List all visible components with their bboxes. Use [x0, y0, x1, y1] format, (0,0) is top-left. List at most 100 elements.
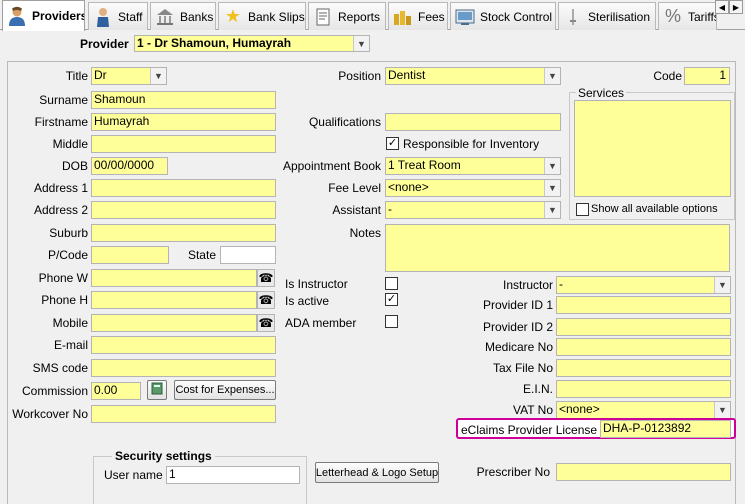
phonew-label: Phone W [38, 271, 88, 285]
pcode-field[interactable] [91, 246, 169, 264]
firstname-label: Firstname [34, 115, 88, 129]
medicare-field[interactable] [556, 338, 731, 356]
show-all-options-checkbox[interactable] [576, 203, 589, 216]
phone-icon[interactable]: ☎ [257, 269, 275, 287]
banks-icon [155, 7, 175, 27]
prescriber-field[interactable] [556, 463, 731, 481]
appointment-book-label: Appointment Book [282, 159, 381, 173]
calculator-icon [151, 382, 163, 398]
title-label: Title [65, 69, 88, 83]
tab-bar: Providers Staff Banks ★ Bank Slips Report… [0, 0, 745, 31]
is-active-checkbox[interactable]: ✓ [385, 293, 398, 306]
code-field[interactable]: 1 [684, 67, 730, 85]
calculator-button[interactable] [147, 380, 167, 400]
position-label: Position [338, 69, 381, 83]
medicare-label: Medicare No [484, 340, 553, 354]
is-active-label: Is active [285, 294, 330, 308]
commission-field[interactable]: 0.00 [91, 382, 141, 400]
suburb-label: Suburb [49, 226, 88, 240]
ada-member-checkbox[interactable] [385, 315, 398, 328]
state-field[interactable] [220, 246, 276, 264]
assistant-select[interactable]: - ▼ [385, 201, 561, 219]
tab-sterilisation[interactable]: Sterilisation [558, 2, 656, 30]
phone-icon[interactable]: ☎ [257, 314, 275, 332]
sterilisation-icon [563, 7, 583, 27]
tab-providers[interactable]: Providers [2, 0, 85, 31]
email-field[interactable] [91, 336, 276, 354]
position-select[interactable]: Dentist ▼ [385, 67, 561, 85]
tax-file-field[interactable] [556, 359, 731, 377]
workcover-field[interactable] [91, 405, 276, 423]
provider-id2-label: Provider ID 2 [482, 320, 553, 334]
qualifications-field[interactable] [385, 113, 561, 131]
percent-icon: % [664, 6, 681, 26]
username-label: User name [104, 468, 163, 482]
phonew-field[interactable] [91, 269, 257, 287]
tab-reports[interactable]: Reports [308, 2, 386, 30]
sms-label: SMS code [32, 361, 88, 375]
star-icon: ★ [224, 6, 242, 26]
code-label: Code [653, 69, 682, 83]
provider-id1-field[interactable] [556, 296, 731, 314]
responsible-inventory-checkbox[interactable]: ✓ [386, 137, 399, 150]
surname-field[interactable]: Shamoun [91, 91, 276, 109]
chevron-down-icon[interactable]: ▼ [714, 277, 730, 293]
tab-tariffs[interactable]: % Tariffs [658, 2, 717, 30]
vat-select[interactable]: <none> ▼ [556, 401, 731, 419]
middle-field[interactable] [91, 135, 276, 153]
cost-for-expenses-button[interactable]: Cost for Expenses... [174, 380, 276, 400]
prescriber-label: Prescriber No [476, 465, 550, 479]
appointment-book-select[interactable]: 1 Treat Room ▼ [385, 157, 561, 175]
tab-scroll-right-icon[interactable]: ▶ [729, 0, 743, 14]
chevron-down-icon[interactable]: ▼ [544, 180, 560, 196]
address1-field[interactable] [91, 179, 276, 197]
dob-field[interactable]: 00/00/0000 [91, 157, 168, 175]
mobile-label: Mobile [52, 316, 88, 330]
letterhead-logo-button[interactable]: Letterhead & Logo Setup [315, 462, 439, 483]
tab-bank-slips[interactable]: ★ Bank Slips [218, 2, 306, 30]
notes-field[interactable] [385, 224, 730, 272]
chevron-down-icon[interactable]: ▼ [544, 158, 560, 174]
mobile-field[interactable] [91, 314, 257, 332]
provider-id2-field[interactable] [556, 318, 731, 336]
provider-select[interactable]: 1 - Dr Shamoun, Humayrah ▼ [134, 35, 370, 52]
address2-label: Address 2 [33, 203, 88, 217]
phoneh-field[interactable] [91, 291, 257, 309]
sms-field[interactable] [91, 359, 276, 377]
title-select[interactable]: Dr ▼ [91, 67, 167, 85]
is-instructor-checkbox[interactable] [385, 277, 398, 290]
phone-icon[interactable]: ☎ [257, 291, 275, 309]
tab-fees[interactable]: Fees [388, 2, 448, 30]
middle-label: Middle [52, 137, 88, 151]
ein-field[interactable] [556, 380, 731, 398]
firstname-field[interactable]: Humayrah [91, 113, 276, 131]
chevron-down-icon[interactable]: ▼ [544, 68, 560, 84]
services-label: Services [576, 86, 627, 100]
commission-label: Commission [21, 384, 88, 398]
chevron-down-icon[interactable]: ▼ [544, 202, 560, 218]
provider-label: Provider [80, 37, 129, 51]
instructor-label: Instructor [502, 278, 553, 292]
reports-icon [313, 7, 333, 27]
username-field[interactable]: 1 [166, 466, 300, 484]
tab-banks[interactable]: Banks [150, 2, 216, 30]
staff-icon [93, 7, 113, 27]
vat-label: VAT No [512, 403, 553, 417]
services-list[interactable] [574, 100, 731, 197]
tab-stock-control[interactable]: Stock Control [450, 2, 556, 30]
address2-field[interactable] [91, 201, 276, 219]
instructor-select[interactable]: - ▼ [556, 276, 731, 294]
suburb-field[interactable] [91, 224, 276, 242]
fee-level-select[interactable]: <none> ▼ [385, 179, 561, 197]
tab-scroll-left-icon[interactable]: ◀ [715, 0, 729, 14]
chevron-down-icon[interactable]: ▼ [714, 402, 730, 418]
state-label: State [187, 248, 216, 262]
stock-icon [455, 7, 475, 27]
eclaims-field[interactable]: DHA-P-0123892 [600, 420, 731, 438]
chevron-down-icon[interactable]: ▼ [150, 68, 166, 84]
chevron-down-icon[interactable]: ▼ [353, 36, 369, 51]
ada-member-label: ADA member [285, 316, 357, 330]
tab-staff[interactable]: Staff [88, 2, 148, 30]
email-label: E-mail [53, 338, 88, 352]
responsible-inventory-label: Responsible for Inventory [403, 137, 540, 151]
